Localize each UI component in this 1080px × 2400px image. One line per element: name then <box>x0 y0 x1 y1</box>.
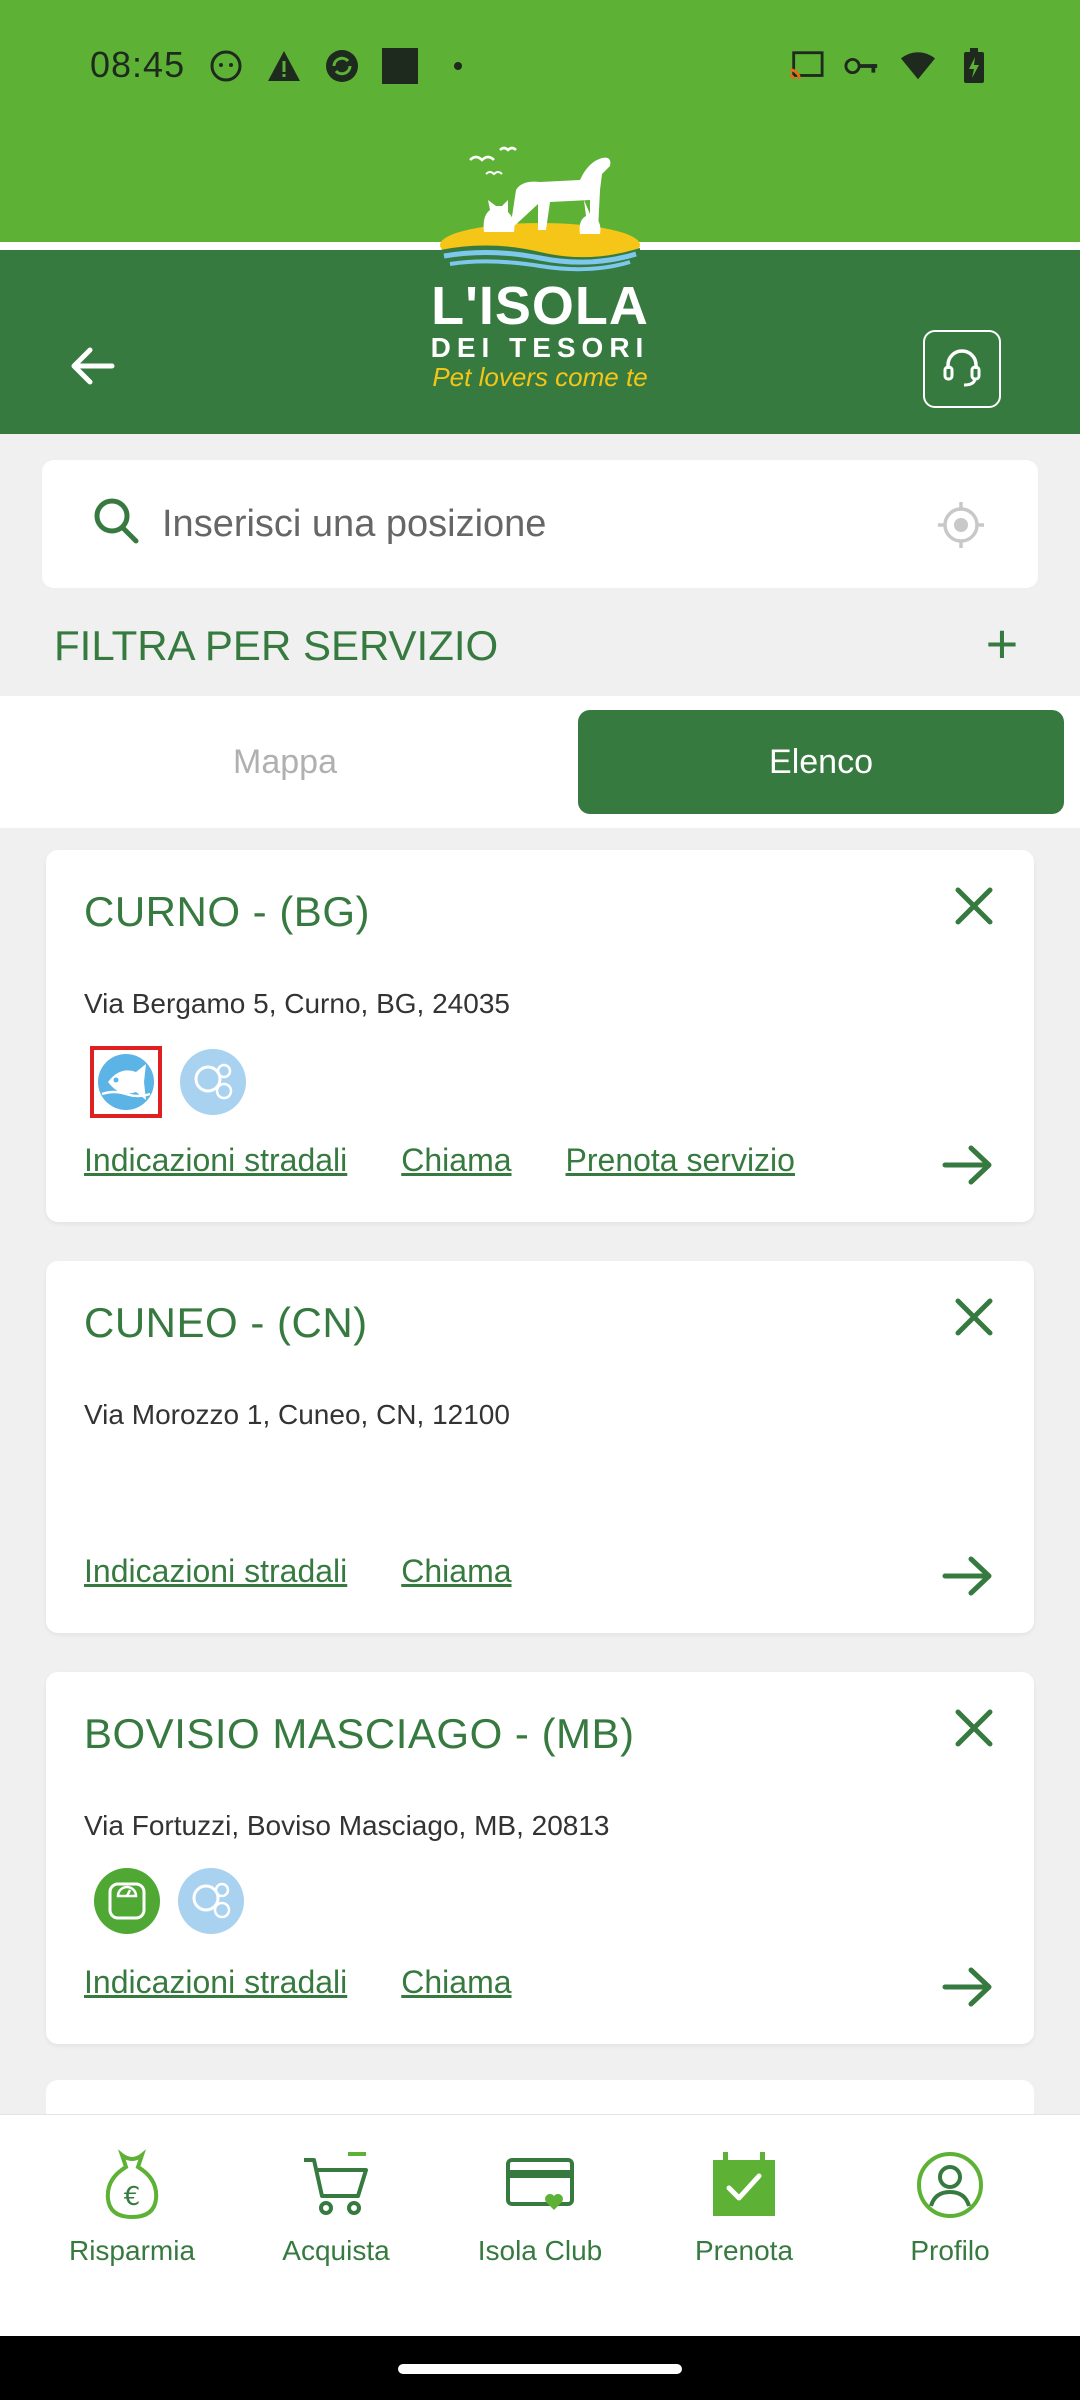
store-name: BOVISIO MASCIAGO - (MB) <box>84 1710 635 1757</box>
arrow-right-icon <box>941 1966 995 2013</box>
pets-silhouette-icon <box>440 146 640 272</box>
sync-app-icon <box>324 48 360 84</box>
headset-icon <box>938 343 986 396</box>
tab-list[interactable]: Elenco <box>578 710 1064 814</box>
store-card[interactable]: CUNEO - (CN) Via Morozzo 1, Cuneo, CN, 1… <box>46 1261 1034 1633</box>
remove-store-button[interactable] <box>948 1704 1000 1756</box>
store-name: CUNEO - (CN) <box>84 1299 368 1346</box>
warning-icon <box>266 48 302 84</box>
cart-icon <box>296 2145 376 2225</box>
vpn-key-icon <box>844 48 880 84</box>
nav-label: Risparmia <box>68 2235 196 2266</box>
arrow-right-icon <box>941 1555 995 1602</box>
my-location-icon[interactable] <box>936 500 986 555</box>
nav-label: Prenota <box>694 2235 794 2266</box>
bubbles-icon[interactable] <box>180 1049 246 1115</box>
store-detail-button[interactable] <box>938 1964 998 2014</box>
store-detail-button[interactable] <box>938 1553 998 1603</box>
nav-item-isola-club[interactable]: Isola Club <box>440 2145 640 2305</box>
bubbles-icon[interactable] <box>178 1868 244 1934</box>
logo-tagline: Pet lovers come te <box>432 362 648 392</box>
call-link[interactable]: Chiama <box>401 1142 511 1179</box>
store-detail-button[interactable] <box>938 1142 998 1192</box>
directions-link[interactable]: Indicazioni stradali <box>84 1553 347 1590</box>
tab-map[interactable]: Mappa <box>0 710 570 814</box>
wifi-icon <box>900 48 936 84</box>
close-icon <box>954 1708 994 1753</box>
bottom-navigation: € Risparmia Acquista Isola Club Prenota … <box>0 2114 1080 2336</box>
nav-item-prenota[interactable]: Prenota <box>644 2145 844 2305</box>
status-time: 08:45 <box>90 44 186 85</box>
call-link[interactable]: Chiama <box>401 1964 511 2001</box>
fish-icon <box>98 1054 154 1110</box>
store-address: Via Fortuzzi, Boviso Masciago, MB, 20813 <box>84 1810 610 1841</box>
call-link[interactable]: Chiama <box>401 1553 511 1590</box>
store-actions: Indicazioni stradali Chiama <box>84 1553 512 1590</box>
nav-label: Acquista <box>282 2235 390 2266</box>
remove-store-button[interactable] <box>948 882 1000 934</box>
money-bag-icon: € <box>92 2145 172 2225</box>
store-services <box>94 1868 244 1934</box>
store-name: CURNO - (BG) <box>84 888 370 935</box>
nav-item-profilo[interactable]: Profilo <box>850 2145 1050 2305</box>
battery-charging-icon <box>956 48 992 84</box>
calendar-check-icon <box>704 2145 784 2225</box>
directions-link[interactable]: Indicazioni stradali <box>84 1142 347 1179</box>
home-gesture-handle[interactable] <box>398 2364 682 2374</box>
book-service-link[interactable]: Prenota servizio <box>566 1142 795 1179</box>
arrow-left-icon <box>68 346 116 391</box>
location-search-bar <box>42 460 1038 588</box>
cast-icon <box>788 48 824 84</box>
store-actions: Indicazioni stradali Chiama <box>84 1964 512 2001</box>
store-address: Via Morozzo 1, Cuneo, CN, 12100 <box>84 1399 510 1430</box>
store-actions: Indicazioni stradali Chiama Prenota serv… <box>84 1142 795 1179</box>
store-address: Via Bergamo 5, Curno, BG, 24035 <box>84 988 510 1019</box>
store-card[interactable]: CURNO - (BG) Via Bergamo 5, Curno, BG, 2… <box>46 850 1034 1222</box>
brand-logo: L'ISOLA DEI TESORI Pet lovers come te <box>430 140 650 400</box>
nav-label: Isola Club <box>477 2235 603 2266</box>
filter-label: FILTRA PER SERVIZIO <box>54 622 499 669</box>
back-button[interactable] <box>60 336 124 400</box>
svg-text:€: € <box>124 2182 141 2212</box>
status-system-icons <box>788 48 992 84</box>
more-notifications-dot-icon <box>440 48 476 84</box>
store-services <box>90 1046 246 1118</box>
store-card[interactable]: BOVISIO MASCIAGO - (MB) Via Fortuzzi, Bo… <box>46 1672 1034 2044</box>
location-search-input[interactable] <box>162 484 942 564</box>
system-gesture-bar <box>0 2336 1080 2400</box>
close-icon <box>954 1297 994 1342</box>
filter-expand-icon[interactable]: + <box>978 614 1026 674</box>
customer-support-button[interactable] <box>923 330 1001 408</box>
nav-item-acquista[interactable]: Acquista <box>236 2145 436 2305</box>
logo-title: L'ISOLA <box>431 276 649 336</box>
status-notification-icons <box>208 48 476 84</box>
service-aquarium[interactable] <box>90 1046 162 1118</box>
directions-link[interactable]: Indicazioni stradali <box>84 1964 347 2001</box>
logo-subtitle: DEI TESORI <box>430 332 650 363</box>
close-icon <box>954 886 994 931</box>
arrow-right-icon <box>941 1144 995 1191</box>
square-app-icon <box>382 48 418 84</box>
card-heart-icon <box>500 2145 580 2225</box>
status-bar: 08:45 <box>0 0 1080 130</box>
nav-item-risparmia[interactable]: € Risparmia <box>32 2145 232 2305</box>
search-icon <box>92 496 140 551</box>
face-notification-icon <box>208 48 244 84</box>
scale-icon[interactable] <box>94 1868 160 1934</box>
user-icon <box>910 2145 990 2225</box>
nav-label: Profilo <box>910 2235 990 2266</box>
service-filter-row[interactable]: FILTRA PER SERVIZIO + <box>0 600 1080 696</box>
remove-store-button[interactable] <box>948 1293 1000 1345</box>
view-toggle: Mappa Elenco <box>0 696 1080 828</box>
